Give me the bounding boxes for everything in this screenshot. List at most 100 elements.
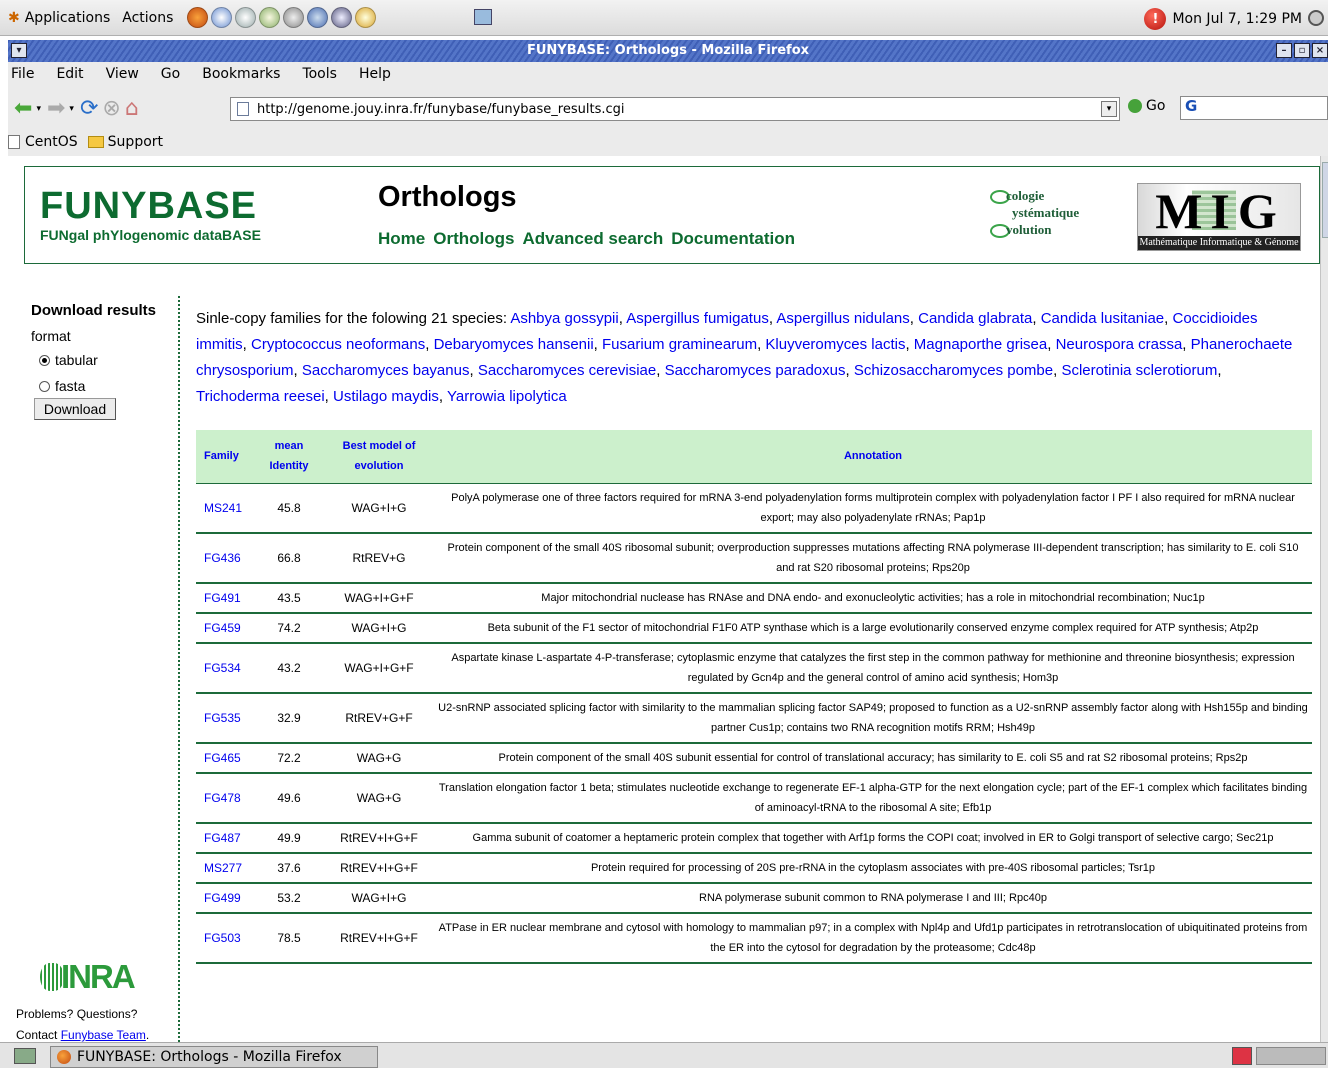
- document-launcher-icon[interactable]: [307, 7, 329, 28]
- family-link[interactable]: FG534: [196, 642, 254, 694]
- back-button[interactable]: ⬅: [14, 98, 32, 120]
- inra-logo[interactable]: INRA: [40, 958, 136, 996]
- taskbar-firefox-window[interactable]: FUNYBASE: Orthologs - Mozilla Firefox: [50, 1046, 378, 1068]
- menu-edit[interactable]: Edit: [53, 66, 86, 86]
- url-dropdown-icon[interactable]: ▾: [1101, 101, 1117, 117]
- family-link[interactable]: FG499: [196, 882, 254, 914]
- menu-tools[interactable]: Tools: [299, 66, 340, 86]
- sse-logo[interactable]: cologie ystématique volution: [990, 187, 1079, 239]
- family-link[interactable]: FG503: [196, 912, 254, 964]
- firefox-launcher-icon[interactable]: [187, 7, 209, 28]
- species-link[interactable]: Cryptococcus neoformans: [251, 336, 425, 353]
- species-link[interactable]: Fusarium graminearum: [602, 336, 757, 353]
- close-icon[interactable]: ×: [1312, 43, 1328, 58]
- stop-icon[interactable]: ⊗: [102, 98, 120, 120]
- evolution-launcher-icon[interactable]: [211, 7, 233, 28]
- col-best-model[interactable]: Best model of evolution: [324, 430, 434, 484]
- funybase-logo[interactable]: FUNYBASE: [40, 185, 257, 228]
- col-family[interactable]: Family: [196, 430, 254, 484]
- radio-selected-icon[interactable]: [39, 354, 50, 366]
- menu-view[interactable]: View: [103, 66, 142, 86]
- panel-clock[interactable]: ! Mon Jul 7, 1:29 PM: [1144, 8, 1302, 30]
- bookmark-support[interactable]: Support: [87, 134, 163, 150]
- species-link[interactable]: Candida glabrata: [918, 310, 1032, 327]
- family-link[interactable]: FG478: [196, 772, 254, 824]
- mig-logo[interactable]: MIG Mathématique Informatique & Génome: [1137, 183, 1301, 251]
- vertical-scrollbar[interactable]: [1320, 156, 1328, 1042]
- download-sidebar: Download results format tabular fasta Do…: [8, 296, 180, 1042]
- terminal-launcher-icon[interactable]: [331, 7, 353, 28]
- family-link[interactable]: FG436: [196, 532, 254, 584]
- workspace-switcher[interactable]: [1256, 1047, 1326, 1065]
- tools-launcher-icon[interactable]: [283, 7, 305, 28]
- home-icon[interactable]: ⌂: [125, 98, 139, 120]
- col-mean-identity[interactable]: mean Identity: [254, 430, 324, 484]
- species-link[interactable]: Magnaporthe grisea: [914, 336, 1047, 353]
- applications-menu[interactable]: ✱ Applications: [8, 10, 110, 26]
- volume-icon[interactable]: [1308, 10, 1324, 26]
- workspace-indicator-icon[interactable]: [1232, 1047, 1252, 1065]
- maximize-icon[interactable]: ▫: [1294, 43, 1310, 58]
- download-button[interactable]: Download: [34, 398, 116, 420]
- format-fasta-radio[interactable]: fasta: [39, 378, 85, 394]
- menu-go[interactable]: Go: [158, 66, 183, 86]
- family-link[interactable]: MS277: [196, 852, 254, 884]
- navigation-toolbar: ⬅ ▾ ➡ ▾ ⟳ ⊗ ⌂ http://genome.jouy.inra.fr…: [8, 94, 1328, 124]
- format-tabular-radio[interactable]: tabular: [39, 352, 98, 368]
- network-launcher-icon[interactable]: [259, 7, 281, 28]
- help-launcher-icon[interactable]: [355, 7, 377, 28]
- go-button[interactable]: Go: [1128, 98, 1165, 114]
- url-text[interactable]: http://genome.jouy.inra.fr/funybase/funy…: [257, 102, 625, 117]
- actions-menu[interactable]: Actions: [122, 10, 173, 26]
- menu-help[interactable]: Help: [356, 66, 394, 86]
- species-link[interactable]: Debaryomyces hansenii: [434, 336, 594, 353]
- window-menu-icon[interactable]: ▾: [11, 43, 27, 58]
- scrollbar-thumb[interactable]: [1322, 162, 1328, 238]
- nav-documentation[interactable]: Documentation: [671, 229, 795, 249]
- url-bar[interactable]: http://genome.jouy.inra.fr/funybase/funy…: [230, 97, 1120, 121]
- reload-icon[interactable]: ⟳: [80, 98, 98, 120]
- species-link[interactable]: Aspergillus fumigatus: [626, 310, 769, 327]
- species-link[interactable]: Saccharomyces paradoxus: [665, 362, 846, 379]
- species-link[interactable]: Aspergillus nidulans: [776, 310, 909, 327]
- nav-advanced-search[interactable]: Advanced search: [522, 229, 663, 249]
- species-link[interactable]: Saccharomyces bayanus: [302, 362, 470, 379]
- notification-icon[interactable]: [474, 9, 492, 25]
- col-annotation[interactable]: Annotation: [434, 430, 1312, 484]
- species-link[interactable]: Trichoderma reesei: [196, 388, 325, 405]
- contact-link[interactable]: Funybase Team: [61, 1028, 146, 1042]
- forward-history-icon[interactable]: ▾: [69, 104, 74, 114]
- species-link[interactable]: Neurospora crassa: [1056, 336, 1183, 353]
- family-link[interactable]: FG465: [196, 742, 254, 774]
- search-box[interactable]: G: [1180, 96, 1328, 120]
- species-link[interactable]: Sclerotinia sclerotiorum: [1061, 362, 1217, 379]
- back-history-icon[interactable]: ▾: [36, 104, 41, 114]
- family-link[interactable]: FG487: [196, 822, 254, 854]
- forward-button[interactable]: ➡: [47, 98, 65, 120]
- editor-launcher-icon[interactable]: [235, 7, 257, 28]
- species-link[interactable]: Schizosaccharomyces pombe: [854, 362, 1053, 379]
- update-alert-icon[interactable]: !: [1144, 8, 1167, 30]
- family-link[interactable]: FG459: [196, 612, 254, 644]
- species-link[interactable]: Candida lusitaniae: [1041, 310, 1164, 327]
- page-title: Orthologs: [378, 181, 517, 213]
- species-link[interactable]: Ustilago maydis: [333, 388, 439, 405]
- family-link[interactable]: FG491: [196, 582, 254, 614]
- species-link[interactable]: Kluyveromyces lactis: [765, 336, 905, 353]
- family-link[interactable]: FG535: [196, 692, 254, 744]
- radio-unselected-icon[interactable]: [39, 380, 50, 392]
- nav-home[interactable]: Home: [378, 229, 425, 249]
- show-desktop-icon[interactable]: [14, 1048, 36, 1064]
- bookmark-centos[interactable]: CentOS: [8, 134, 78, 150]
- species-link[interactable]: Saccharomyces cerevisiae: [478, 362, 656, 379]
- family-link[interactable]: MS241: [196, 483, 254, 534]
- menu-file[interactable]: File: [8, 66, 37, 86]
- minimize-icon[interactable]: –: [1276, 43, 1292, 58]
- model-cell: WAG+G: [324, 772, 434, 824]
- species-link[interactable]: Ashbya gossypii: [510, 310, 618, 327]
- mean-identity-cell: 45.8: [254, 483, 324, 534]
- species-link[interactable]: Yarrowia lipolytica: [447, 388, 567, 405]
- window-titlebar[interactable]: ▾ FUNYBASE: Orthologs - Mozilla Firefox …: [8, 40, 1328, 62]
- nav-orthologs[interactable]: Orthologs: [433, 229, 514, 249]
- menu-bookmarks[interactable]: Bookmarks: [199, 66, 283, 86]
